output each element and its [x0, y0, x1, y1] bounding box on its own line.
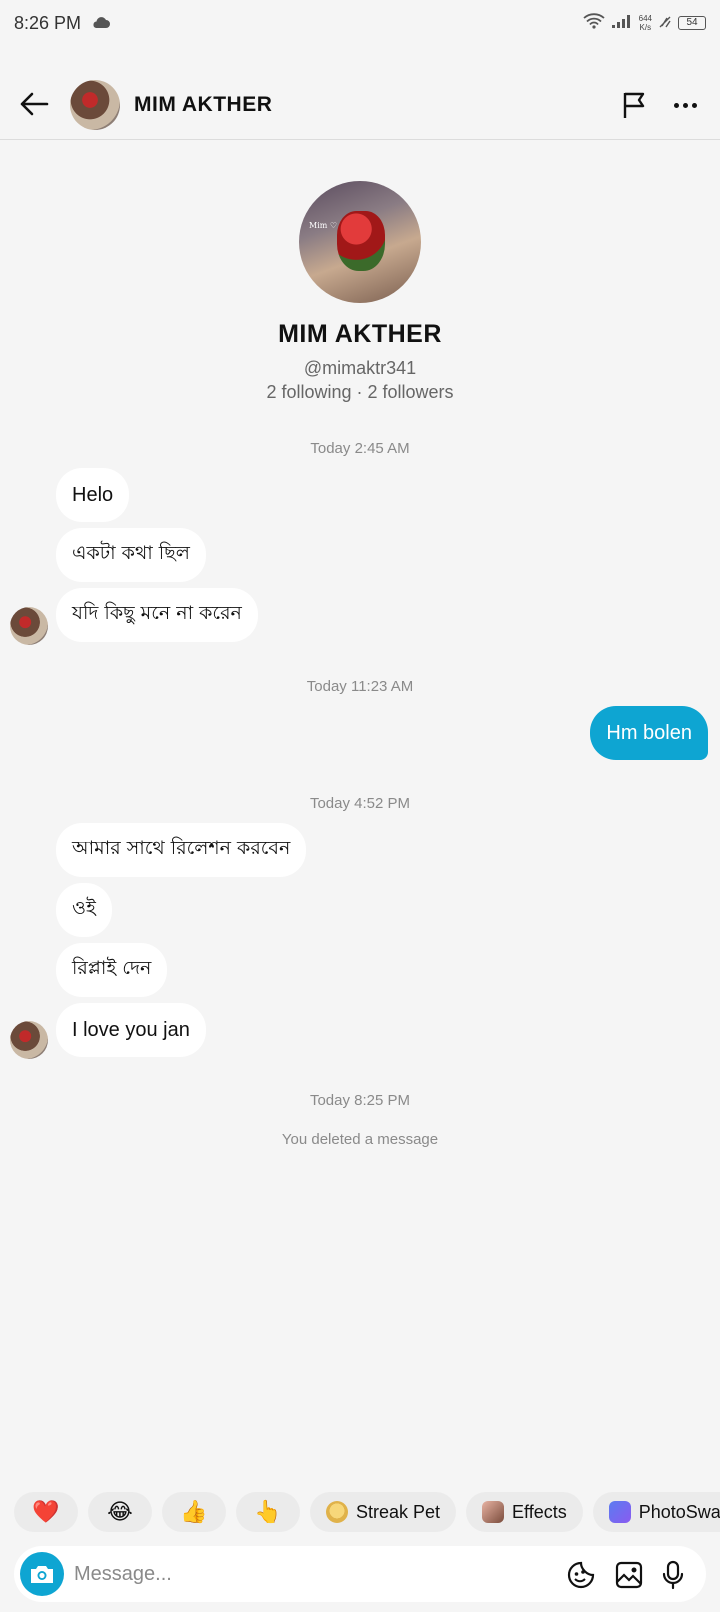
- message-composer: [14, 1546, 706, 1602]
- header-name[interactable]: MIM AKTHER: [134, 93, 272, 117]
- timestamp: Today 8:25 PM: [309, 1092, 411, 1109]
- dot-icon: [691, 102, 697, 108]
- gallery-icon[interactable]: [614, 1560, 644, 1590]
- chip-heart[interactable]: ❤️: [14, 1492, 78, 1532]
- sender-avatar[interactable]: [10, 1021, 48, 1059]
- battery-icon: 54: [678, 16, 706, 30]
- chip-streak-pet[interactable]: Streak Pet: [310, 1492, 457, 1532]
- effects-icon: [482, 1501, 505, 1523]
- profile-stats: 2 following · 2 followers: [266, 382, 454, 402]
- message-incoming[interactable]: রিপ্লাই দেন: [56, 943, 168, 997]
- net-speed-value: 644: [638, 14, 652, 23]
- chip-laugh[interactable]: 😂: [88, 1492, 152, 1532]
- header-avatar[interactable]: [70, 80, 120, 130]
- chip-effects[interactable]: Effects: [466, 1492, 583, 1532]
- message-input[interactable]: [74, 1556, 534, 1592]
- quick-reply-chips: ❤️ 😂 👍 👆 Streak Pet Effects PhotoSwap: [14, 1492, 720, 1532]
- sender-avatar[interactable]: [10, 607, 48, 645]
- chat-header: MIM AKTHER: [0, 68, 720, 140]
- message-incoming[interactable]: যদি কিছু মনে না করেন: [56, 588, 258, 642]
- camera-icon: [31, 1566, 53, 1583]
- timestamp: Today 2:45 AM: [310, 440, 410, 457]
- wifi-icon: [583, 12, 605, 34]
- status-time: 8:26 PM: [14, 12, 82, 33]
- avatar-photo-rose: [337, 211, 385, 271]
- net-speed: 644 K/s: [639, 14, 652, 32]
- message-outgoing[interactable]: Hm bolen: [590, 706, 708, 760]
- status-bar: 8:26 PM 644 K/s 54: [0, 0, 720, 46]
- net-speed-unit: K/s: [639, 23, 652, 32]
- message-incoming[interactable]: Helo: [56, 468, 130, 522]
- message-incoming[interactable]: আমার সাথে রিলেশন করবেন: [56, 823, 307, 877]
- profile-name: MIM AKTHER: [278, 320, 442, 348]
- chip-thumbs-up[interactable]: 👍: [162, 1492, 226, 1532]
- dot-icon: [682, 102, 688, 108]
- chip-label: PhotoSwap: [638, 1501, 720, 1522]
- signal-icon: [611, 13, 633, 34]
- report-button[interactable]: [620, 90, 650, 120]
- timestamp: Today 4:52 PM: [309, 795, 411, 812]
- arrow-left-icon: [20, 92, 49, 116]
- chip-photoswap[interactable]: PhotoSwap: [592, 1492, 720, 1532]
- more-options-button[interactable]: [668, 90, 702, 120]
- deleted-message-note: You deleted a message: [281, 1131, 439, 1148]
- camera-button[interactable]: [20, 1552, 64, 1596]
- chip-label: Streak Pet: [356, 1501, 441, 1522]
- message-incoming[interactable]: একটা কথা ছিল: [56, 528, 206, 582]
- avatar-caption: Mim ♡: [309, 221, 338, 230]
- chip-label: Effects: [512, 1501, 567, 1522]
- photoswap-icon: [608, 1501, 631, 1523]
- dot-icon: [673, 102, 679, 108]
- timestamp: Today 11:23 AM: [306, 678, 414, 695]
- microphone-icon[interactable]: [658, 1560, 688, 1590]
- sticker-icon[interactable]: [566, 1560, 596, 1590]
- chip-point-up[interactable]: 👆: [236, 1492, 300, 1532]
- cloud-icon: [91, 13, 111, 34]
- streak-pet-icon: [326, 1501, 348, 1523]
- profile-handle: @mimaktr341: [303, 358, 417, 378]
- message-incoming[interactable]: ওই: [56, 883, 112, 937]
- message-incoming[interactable]: I love you jan: [56, 1003, 206, 1057]
- profile-avatar[interactable]: Mim ♡: [299, 181, 421, 303]
- flag-icon: [623, 92, 645, 118]
- back-button[interactable]: [18, 88, 50, 120]
- signal-off-icon: [658, 13, 672, 34]
